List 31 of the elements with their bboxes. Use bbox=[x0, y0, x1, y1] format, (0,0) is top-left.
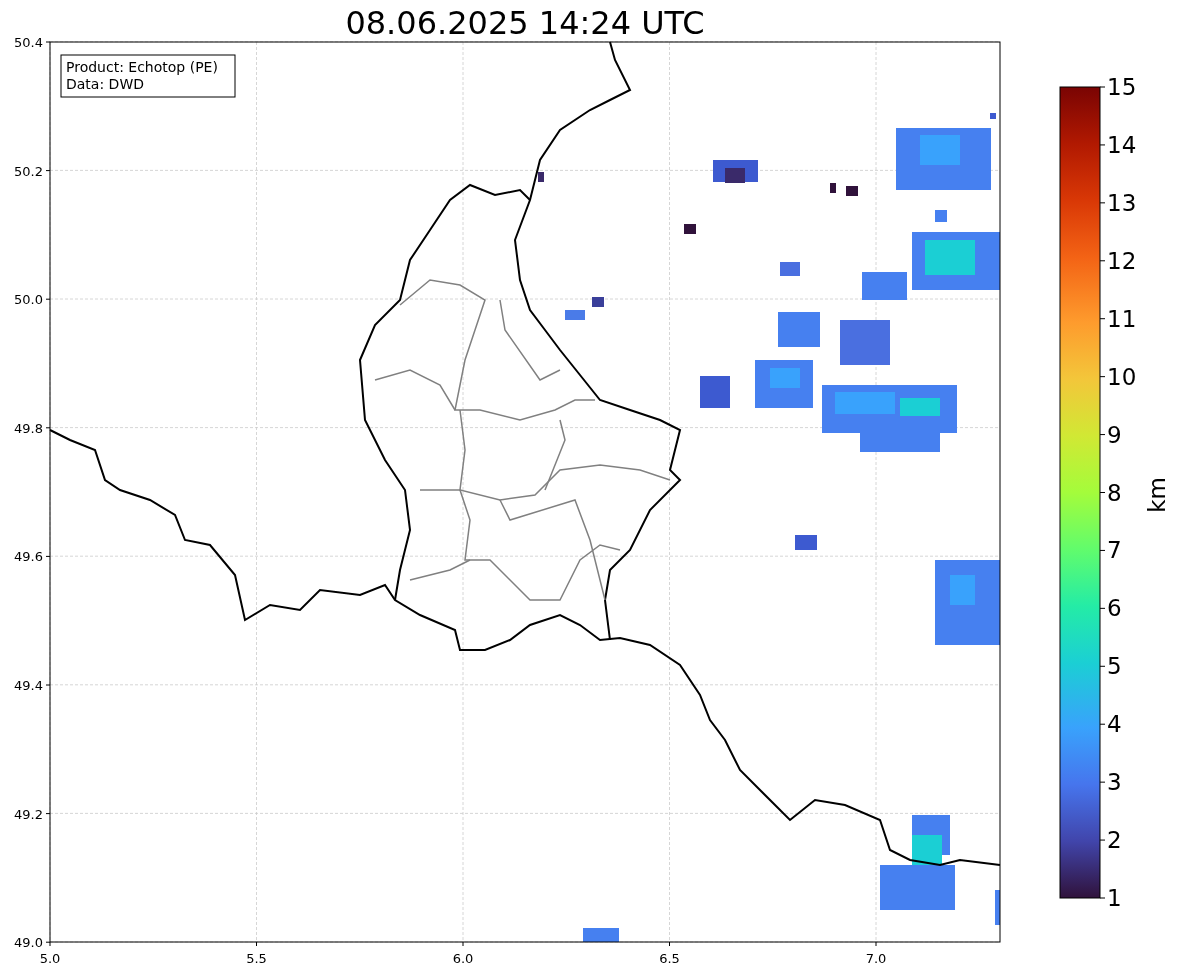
y-tick-label: 49.6 bbox=[14, 549, 43, 565]
y-tick-label: 49.0 bbox=[14, 935, 43, 951]
colorbar-tick-label: 9 bbox=[1107, 421, 1122, 448]
x-tick-label: 7.0 bbox=[865, 951, 887, 966]
x-tick-label: 5.0 bbox=[39, 951, 61, 966]
y-tick-label: 50.4 bbox=[14, 35, 43, 50]
y-tick-label: 49.8 bbox=[14, 420, 43, 436]
colorbar-tick-label: 4 bbox=[1107, 711, 1122, 738]
y-tick-label: 49.4 bbox=[14, 678, 43, 693]
y-tick-label: 50.0 bbox=[14, 292, 43, 308]
colorbar-tick-label: 8 bbox=[1107, 479, 1122, 506]
colorbar-tick-label: 11 bbox=[1107, 305, 1137, 332]
colorbar-tick-label: 2 bbox=[1107, 827, 1122, 854]
colorbar-tick-label: 13 bbox=[1107, 189, 1137, 216]
x-tick-label: 5.5 bbox=[246, 951, 267, 966]
colorbar-tick-label: 3 bbox=[1107, 769, 1122, 796]
colorbar-label: km bbox=[1144, 477, 1170, 513]
y-tick-label: 50.2 bbox=[14, 163, 43, 179]
colorbar-tick-label: 5 bbox=[1107, 653, 1122, 680]
colorbar-tick-label: 12 bbox=[1107, 247, 1137, 274]
colorbar-tick-label: 14 bbox=[1107, 131, 1137, 158]
y-tick-label: 49.2 bbox=[14, 806, 43, 822]
colorbar-tick-label: 7 bbox=[1107, 537, 1122, 564]
colorbar-tick-label: 6 bbox=[1107, 595, 1122, 622]
colorbar-tick-label: 15 bbox=[1107, 74, 1137, 100]
plot-title: 08.06.2025 14:24 UTC bbox=[345, 4, 705, 42]
x-tick-label: 6.0 bbox=[452, 951, 474, 966]
info-box: Product: Echotop (PE) Data: DWD bbox=[60, 54, 236, 98]
colorbar-tick-label: 10 bbox=[1107, 363, 1137, 390]
x-tick-label: 6.5 bbox=[659, 951, 680, 966]
colorbar-tick-label: 1 bbox=[1107, 885, 1122, 911]
